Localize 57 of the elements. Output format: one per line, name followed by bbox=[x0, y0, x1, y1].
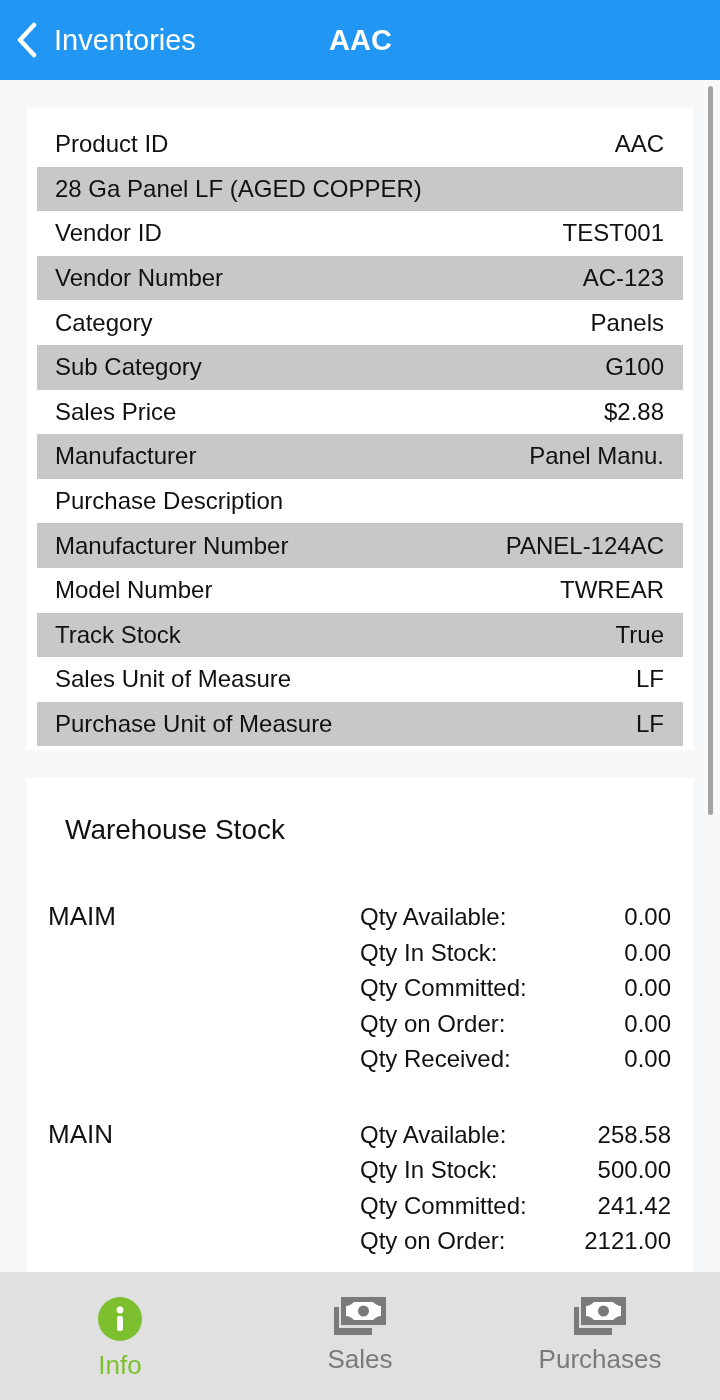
qty-value: 0.00 bbox=[623, 902, 671, 933]
detail-label: Purchase Unit of Measure bbox=[55, 710, 333, 738]
qty-label: Qty In Stock: bbox=[360, 1155, 499, 1186]
qty-value: 258.58 bbox=[596, 1119, 671, 1150]
detail-value: AAC bbox=[614, 130, 664, 159]
qty-value: 0.00 bbox=[623, 1008, 671, 1039]
detail-value: PANEL-124AC bbox=[505, 531, 664, 560]
qty-label: Qty Committed: bbox=[360, 973, 528, 1004]
back-button[interactable]: Inventories bbox=[0, 12, 202, 68]
detail-label: 28 Ga Panel LF (AGED COPPER) bbox=[55, 174, 422, 203]
banknotes-icon bbox=[574, 1297, 626, 1335]
qty-value: 0.00 bbox=[623, 937, 671, 968]
qty-label: Qty Received: bbox=[360, 1044, 512, 1075]
detail-label: Sales Unit of Measure bbox=[55, 665, 292, 694]
qty-value: 2121.00 bbox=[583, 1226, 671, 1257]
tab[interactable]: Purchases bbox=[480, 1272, 720, 1400]
detail-label: Product ID bbox=[55, 130, 169, 159]
scrollbar[interactable] bbox=[708, 86, 713, 815]
detail-label: Sales Price bbox=[55, 397, 177, 426]
detail-label: Manufacturer bbox=[55, 442, 197, 471]
tab[interactable]: Sales bbox=[240, 1272, 480, 1400]
banknotes-icon bbox=[334, 1297, 386, 1335]
detail-label: Track Stock bbox=[55, 620, 181, 649]
tab[interactable]: Info bbox=[0, 1272, 240, 1400]
detail-value: True bbox=[615, 620, 664, 649]
qty-label: Qty In Stock: bbox=[360, 937, 499, 968]
qty-label: Qty Committed: bbox=[360, 1190, 528, 1221]
qty-value: 241.42 bbox=[596, 1190, 671, 1221]
detail-value: LF bbox=[636, 665, 664, 694]
warehouse-name: MAIN bbox=[48, 1117, 114, 1151]
detail-label: Model Number bbox=[55, 576, 213, 605]
qty-value: 500.00 bbox=[596, 1155, 671, 1186]
detail-label: Manufacturer Number bbox=[55, 531, 289, 560]
qty-label: Qty Available: bbox=[360, 1119, 508, 1150]
detail-value: TEST001 bbox=[562, 219, 664, 248]
detail-label: Vendor ID bbox=[55, 219, 162, 248]
detail-value: AC-123 bbox=[582, 264, 664, 293]
qty-label: Qty on Order: bbox=[360, 1226, 507, 1257]
detail-value: $2.88 bbox=[603, 397, 664, 426]
detail-value: Panels bbox=[590, 308, 664, 337]
qty-label: Qty on Order: bbox=[360, 1008, 507, 1039]
detail-value: LF bbox=[636, 710, 664, 738]
info-icon bbox=[98, 1297, 142, 1341]
detail-label: Category bbox=[55, 308, 153, 337]
detail-value: Panel Manu. bbox=[529, 442, 664, 471]
detail-value: G100 bbox=[605, 353, 664, 382]
detail-label: Purchase Description bbox=[55, 487, 284, 516]
page-title: AAC bbox=[329, 23, 392, 58]
qty-value: 0.00 bbox=[623, 973, 671, 1004]
warehouse-name: MAIM bbox=[48, 900, 117, 934]
qty-value: 0.00 bbox=[623, 1044, 671, 1075]
qty-label: Qty Available: bbox=[360, 902, 508, 933]
detail-value: TWREAR bbox=[560, 576, 664, 605]
section-title: Warehouse Stock bbox=[65, 813, 285, 848]
detail-label: Sub Category bbox=[55, 353, 202, 382]
detail-label: Vendor Number bbox=[55, 264, 224, 293]
chevron-left-icon bbox=[16, 22, 38, 58]
